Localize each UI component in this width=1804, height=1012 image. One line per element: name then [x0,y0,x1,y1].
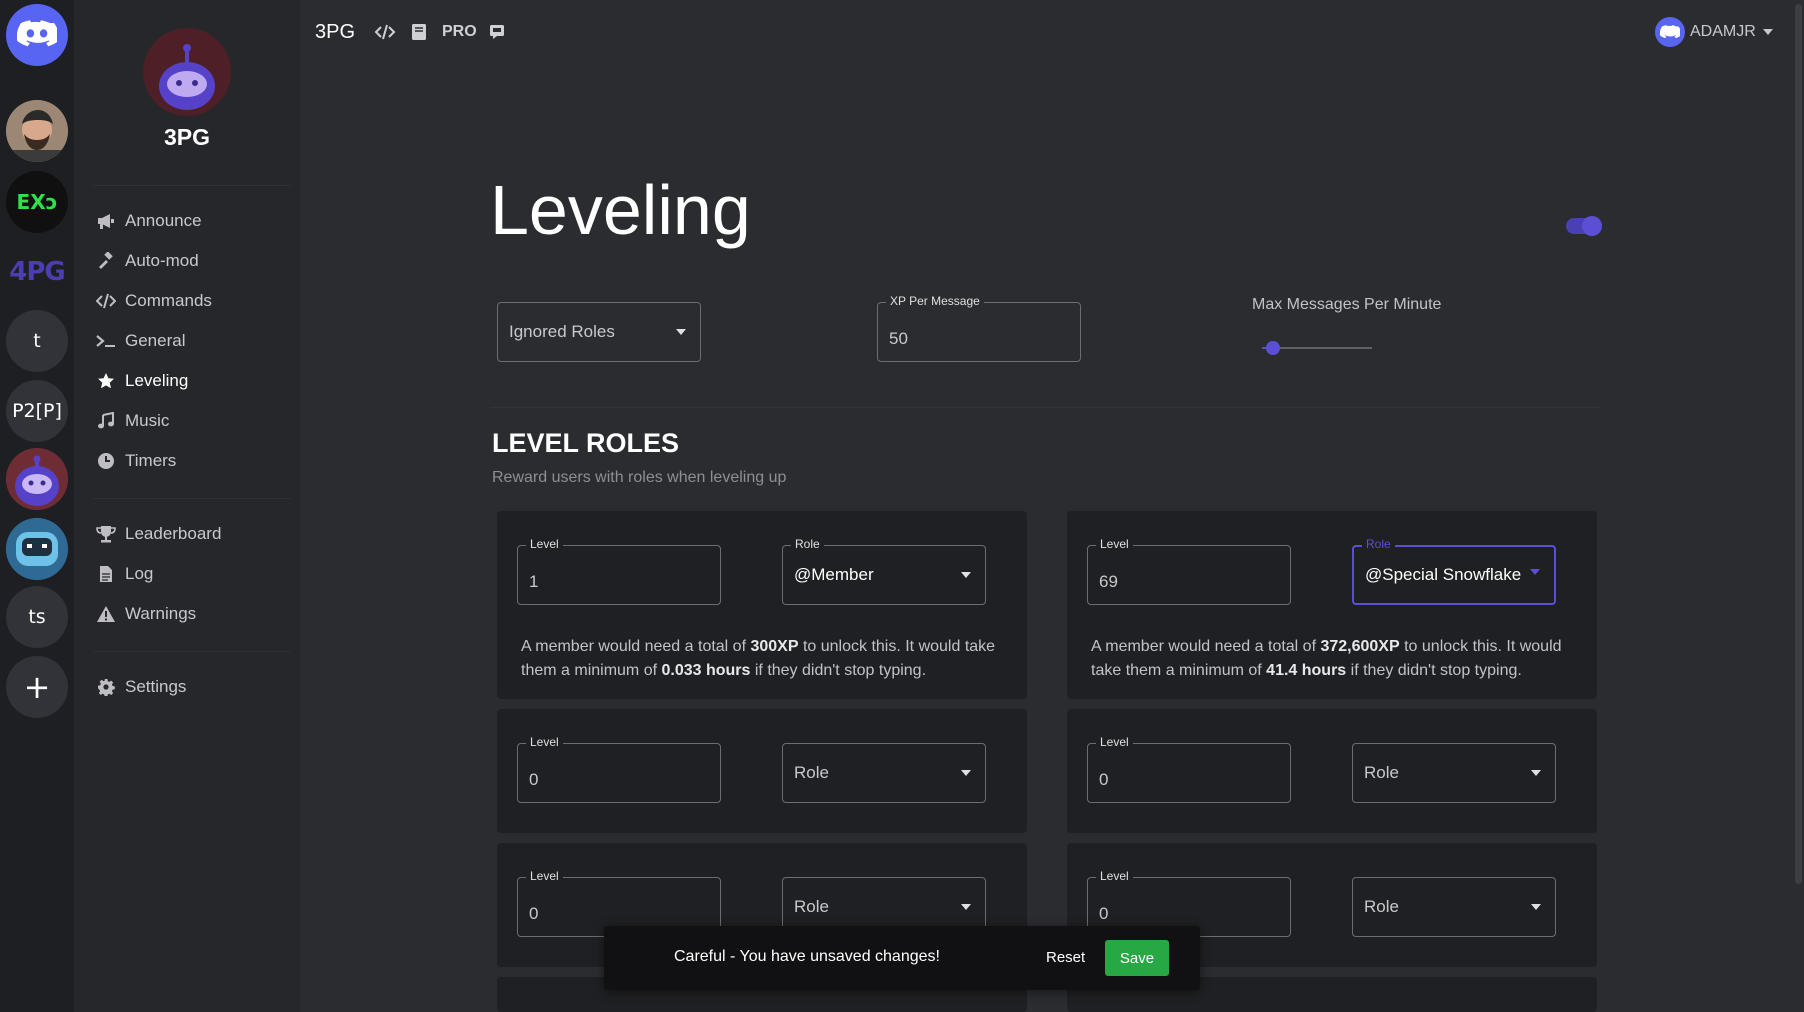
role-select[interactable]: Role @Member [782,537,986,605]
music-icon [96,412,116,430]
max-messages-label: Max Messages Per Minute [1252,296,1442,313]
chevron-down-icon [961,572,971,578]
sidebar: 3PG Announce Auto-mod Commands General L… [74,0,300,1012]
server-p2p[interactable]: P2[P] [6,380,68,442]
role-select[interactable]: Role @Special Snowflake [1352,537,1556,605]
level-role-card: Level 1 Role @Member A member would need… [497,511,1027,699]
divider [94,651,290,652]
level-field[interactable]: Level 0 [517,735,721,803]
role-description: A member would need a total of 372,600XP… [1091,638,1562,679]
megaphone-icon [96,212,116,230]
level-field[interactable]: Level 1 [517,537,721,605]
chevron-down-icon [1762,29,1773,35]
section-subheading: Reward users with roles when leveling up [492,469,787,486]
code-icon [96,292,116,310]
robot-avatar-icon[interactable] [6,518,68,580]
book-icon[interactable] [411,18,427,46]
star-icon [96,372,116,390]
section-heading: LEVEL ROLES [492,428,680,458]
chevron-down-icon [961,904,971,910]
person-avatar-icon[interactable] [6,100,68,162]
sidebar-item-leveling[interactable]: Leveling [96,367,188,395]
server-t[interactable]: t [6,310,68,372]
trophy-icon [96,525,116,543]
level-role-card: Level 0 Role [497,709,1027,833]
level-role-card: Level 0 Role [1067,709,1597,833]
terminal-icon [96,332,116,350]
xp-per-message-field[interactable]: XP Per Message 50 [877,294,1081,362]
divider [94,185,290,186]
server-4pg[interactable]: 4PG [6,241,68,303]
server-ts[interactable]: ts [6,586,68,648]
gavel-icon [96,252,116,270]
level-field[interactable]: Level 69 [1087,537,1291,605]
server-exo[interactable]: EXↄ [6,171,68,233]
sidebar-item-auto-mod[interactable]: Auto-mod [96,247,199,275]
chevron-down-icon [1531,770,1541,776]
sidebar-item-leaderboard[interactable]: Leaderboard [96,520,221,548]
chat-icon[interactable] [489,18,505,46]
gear-icon [96,678,116,696]
bot-name: 3PG [163,124,211,150]
sidebar-item-announce[interactable]: Announce [96,207,202,235]
brand-link[interactable]: 3PG [315,18,355,46]
code-icon[interactable] [374,18,396,46]
file-icon [96,565,116,583]
bot-avatar [138,26,236,116]
chevron-down-icon [1530,569,1540,575]
page-title: Leveling [490,171,751,249]
unsaved-changes-snackbar: Careful - You have unsaved changes! Rese… [604,926,1200,990]
module-toggle[interactable] [1566,216,1602,236]
sidebar-item-settings[interactable]: Settings [96,673,186,701]
warning-icon [96,605,116,623]
role-select[interactable]: Role [1352,877,1556,937]
sidebar-item-timers[interactable]: Timers [96,447,176,475]
ignored-roles-select[interactable]: Ignored Roles [497,302,701,362]
reset-button[interactable]: Reset [1046,949,1085,966]
role-select[interactable]: Role [1352,743,1556,803]
role-select[interactable]: Role [782,743,986,803]
divider [490,407,1600,408]
scrollbar-thumb[interactable] [1795,4,1802,884]
sidebar-item-music[interactable]: Music [96,407,169,435]
level-field[interactable]: Level 0 [1087,735,1291,803]
slider-thumb[interactable] [1266,341,1280,355]
user-avatar [1655,17,1685,47]
bot-avatar-icon[interactable] [6,448,68,510]
username: ADAMJR [1690,23,1756,40]
sidebar-item-general[interactable]: General [96,327,185,355]
add-server-button[interactable]: + [6,656,68,718]
chevron-down-icon [961,770,971,776]
role-description: A member would need a total of 300XP to … [521,638,996,679]
chevron-down-icon [1531,904,1541,910]
discord-home-icon[interactable] [6,4,68,66]
level-role-card: Level 69 Role @Special Snowflake A membe… [1067,511,1597,699]
toggle-knob [1582,216,1602,236]
sidebar-item-log[interactable]: Log [96,560,153,588]
max-messages-slider[interactable] [1262,341,1372,355]
server-rail: EXↄ 4PG t P2[P] ts + [0,0,74,1012]
chevron-down-icon [676,329,686,335]
divider [94,498,290,499]
snackbar-message: Careful - You have unsaved changes! [674,948,940,965]
sidebar-item-commands[interactable]: Commands [96,287,212,315]
save-button[interactable]: Save [1105,940,1169,976]
pro-link[interactable]: PRO [442,18,477,46]
scrollbar[interactable] [1792,0,1804,1012]
sidebar-item-warnings[interactable]: Warnings [96,600,196,628]
user-menu[interactable]: ADAMJR [1655,15,1773,49]
clock-icon [96,452,116,470]
